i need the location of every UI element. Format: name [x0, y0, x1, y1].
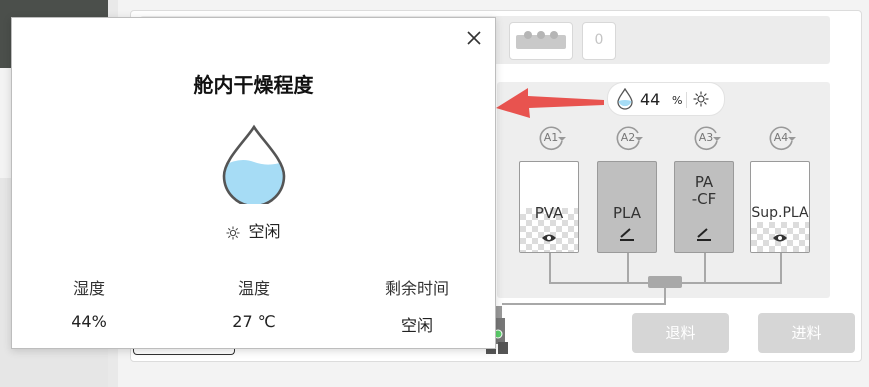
drying-dialog: 舱内干燥程度 空闲 湿度 44% 温度 27 ℃ 剩余时间 空闲: [11, 17, 496, 349]
slot-tag-a1[interactable]: A1: [537, 125, 566, 151]
humidity-drop-icon: [222, 124, 286, 204]
feed-pipe: [502, 303, 666, 305]
edit-icon[interactable]: [675, 226, 733, 246]
temperature-label: 温度: [237, 279, 270, 298]
feed-pipe: [704, 253, 706, 283]
edit-icon[interactable]: [598, 226, 656, 246]
temperature-value: 27 ℃: [232, 312, 276, 331]
feed-pipe: [664, 288, 666, 304]
spool-slot-a4[interactable]: Sup.PLA: [750, 161, 810, 253]
ams-unit-tab[interactable]: [509, 22, 573, 60]
feed-pipe: [780, 253, 782, 283]
humidity-value: 44: [640, 90, 661, 109]
slot-tag-label: A3: [698, 131, 714, 144]
sun-icon: [693, 91, 709, 107]
spool-slot-a3[interactable]: PA -CF: [674, 161, 734, 253]
spool-material: Sup.PLA: [751, 205, 809, 221]
spool-material: PVA: [534, 204, 564, 222]
close-icon[interactable]: [462, 26, 486, 50]
spool-slot-a1[interactable]: PVA: [519, 161, 579, 253]
external-spool-tab[interactable]: 0: [582, 22, 616, 60]
slot-tag-label: A1: [543, 131, 559, 144]
slot-tag-a2[interactable]: A2: [614, 125, 643, 151]
humidity-drop-icon: [617, 88, 633, 110]
eye-icon[interactable]: [520, 228, 578, 247]
slot-tag-a3[interactable]: A3: [692, 125, 721, 151]
spool-material: PA -CF: [691, 173, 717, 208]
sun-icon: [226, 225, 241, 240]
humidity-stat-value: 44%: [71, 312, 107, 331]
humidity-unit: %: [672, 94, 683, 107]
slot-tag-a4[interactable]: A4: [767, 125, 796, 151]
humidity-label: 湿度: [72, 279, 105, 298]
spool-material: PLA: [612, 204, 641, 222]
status-text: 空闲: [248, 222, 281, 241]
humidity-indicator[interactable]: 44 %: [607, 82, 725, 116]
filament-hub: [648, 276, 682, 288]
slot-tag-label: A4: [773, 131, 789, 144]
unload-button[interactable]: 退料: [632, 313, 729, 353]
feed-pipe: [627, 253, 629, 283]
remaining-time-value: 空闲: [400, 316, 433, 335]
remaining-time-label: 剩余时间: [384, 279, 449, 298]
eye-icon[interactable]: [751, 228, 809, 247]
spool-slot-a2[interactable]: PLA: [597, 161, 657, 253]
slot-tag-label: A2: [620, 131, 636, 144]
red-arrow-annotation: [496, 88, 604, 118]
load-button[interactable]: 进料: [758, 313, 855, 353]
drying-status: 空闲: [12, 218, 495, 242]
dialog-title: 舱内干燥程度: [193, 73, 314, 97]
external-spool-label: 0: [594, 32, 604, 48]
feed-pipe: [549, 253, 551, 283]
